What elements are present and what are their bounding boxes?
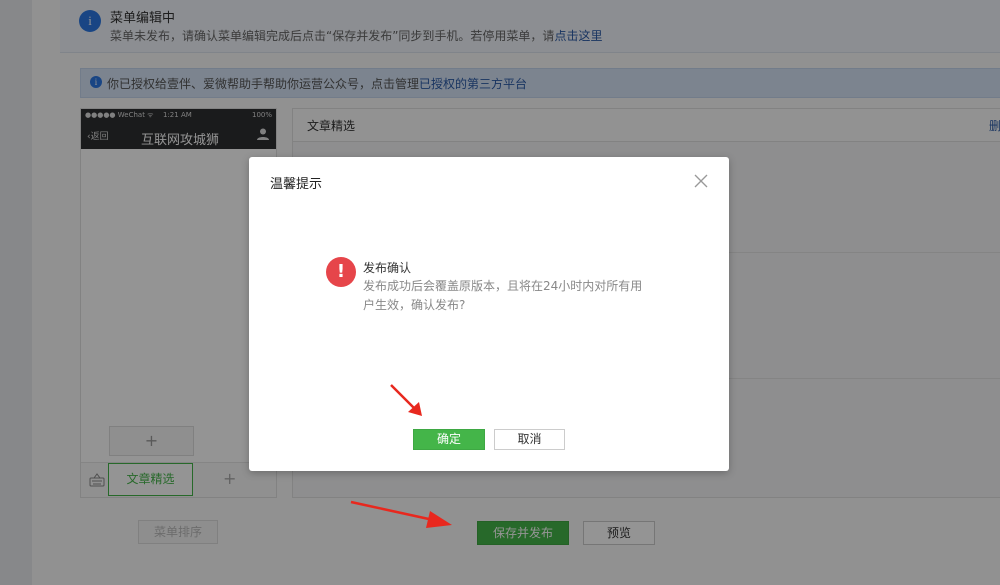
cancel-button[interactable]: 取消 [494, 429, 565, 450]
red-arrow-icon [390, 384, 422, 416]
confirm-button[interactable]: 确定 [413, 429, 485, 450]
close-icon[interactable] [694, 174, 708, 188]
exclamation-icon: ! [326, 257, 356, 287]
confirm-dialog: 温馨提示 ! 发布确认 发布成功后会覆盖原版本，且将在24小时内对所有用户生效，… [249, 157, 729, 471]
message-body: 发布成功后会覆盖原版本，且将在24小时内对所有用户生效，确认发布? [363, 279, 643, 312]
page: i 菜单编辑中 菜单未发布，请确认菜单编辑完成后点击“保存并发布”同步到手机。若… [0, 0, 1000, 585]
message-title: 发布确认 [363, 261, 412, 275]
dialog-title: 温馨提示 [270, 177, 323, 192]
red-arrow-icon [350, 500, 452, 528]
